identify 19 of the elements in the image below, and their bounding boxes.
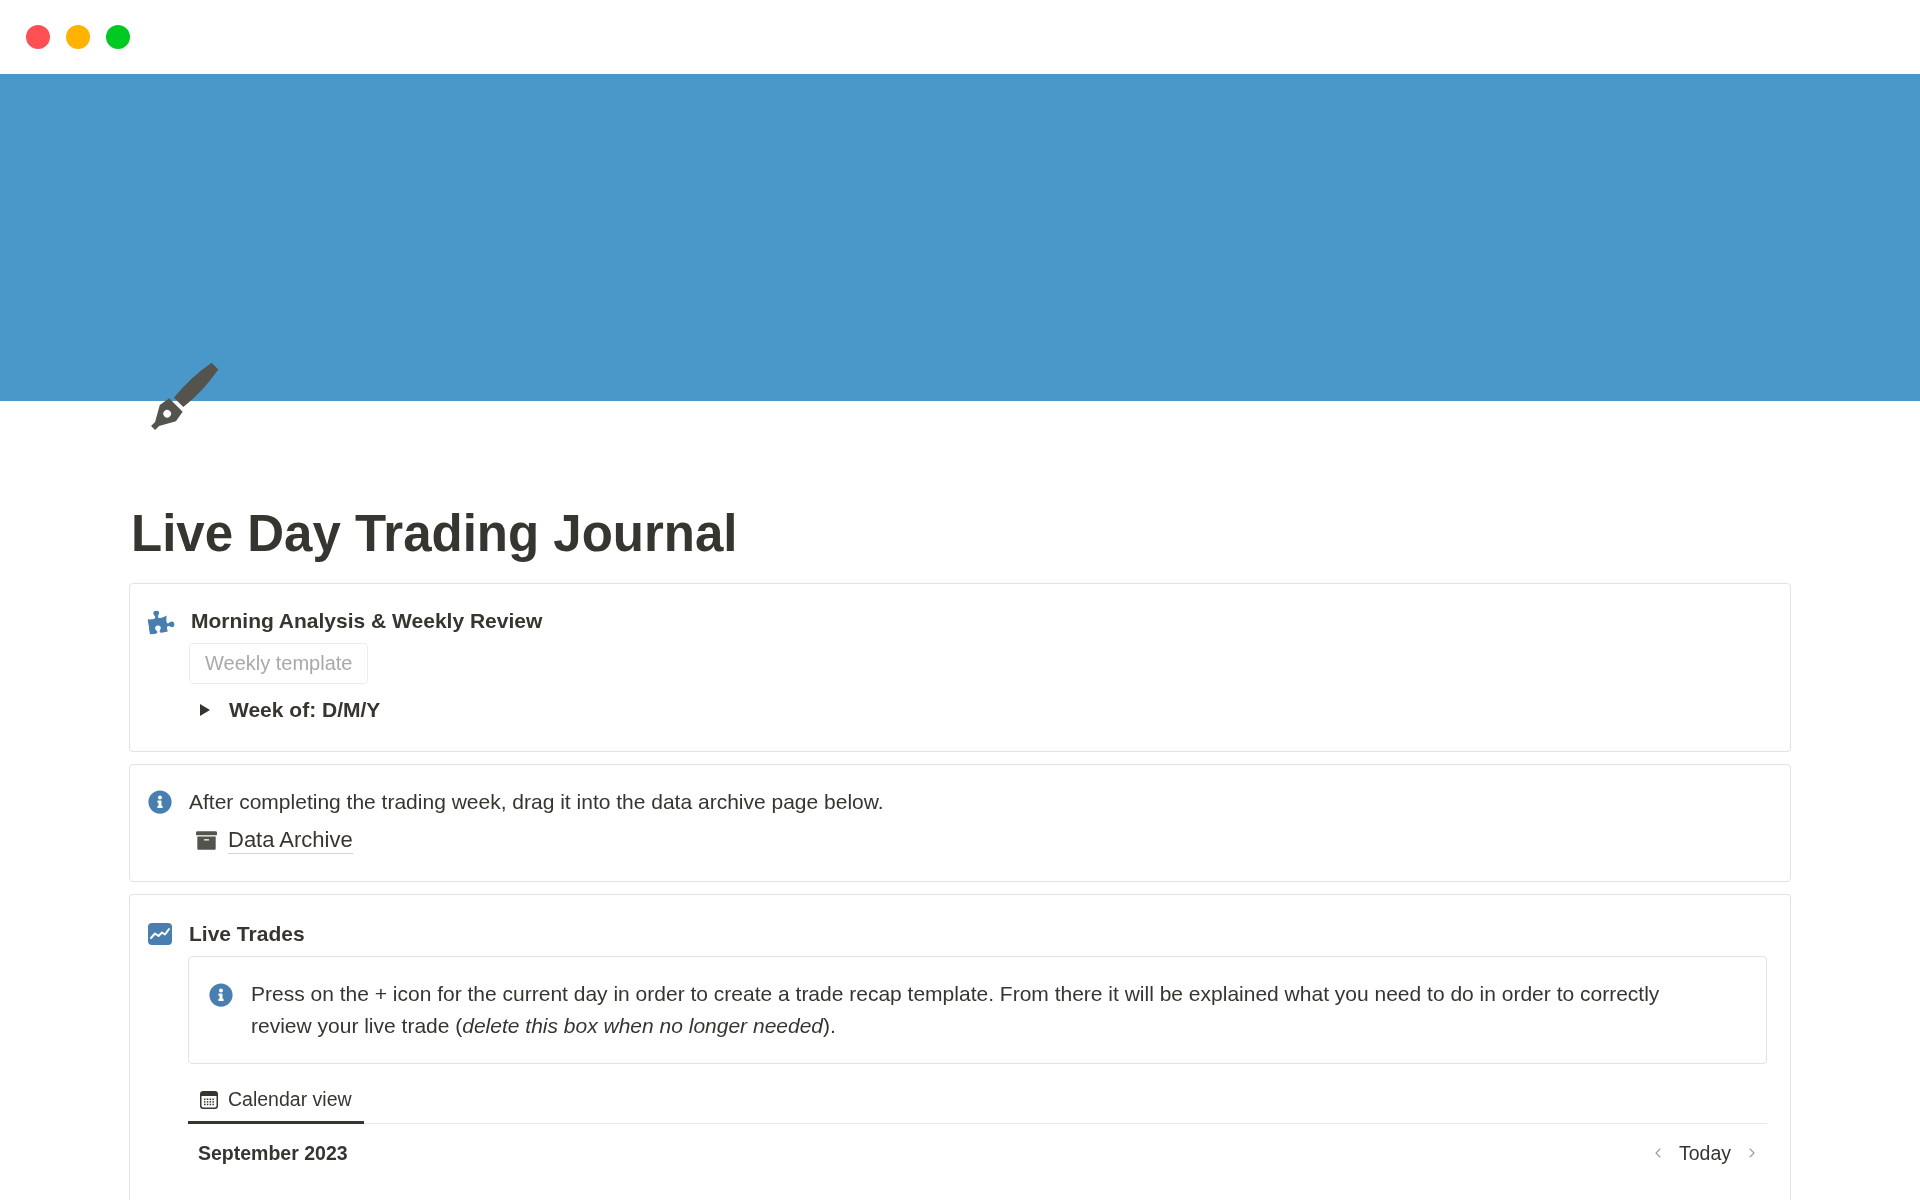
calendar-icon [200,1090,218,1109]
section-heading: Morning Analysis & Weekly Review [191,608,543,634]
line-chart-icon [148,923,172,945]
zoom-button[interactable] [106,25,130,49]
archive-box-icon [196,829,217,851]
page-link[interactable]: Data Archive [228,826,353,854]
toggle-label: Week of: D/M/Y [229,697,381,723]
close-button[interactable] [26,25,50,49]
info-icon [209,983,233,1007]
view-tab[interactable]: Calendar view [188,1078,364,1124]
month-label: September 2023 [198,1141,348,1165]
info-icon [148,790,172,814]
section-heading: Live Trades [189,921,305,947]
page-title: Live Day Trading Journal [131,504,738,564]
minimize-button[interactable] [66,25,90,49]
note-text: After completing the trading week, drag it into the data archive page below. [189,789,884,815]
today-button[interactable]: Today [1674,1141,1735,1165]
callout-text: Press on the + icon for the current day in order to create a trade recap template. From there it will be explained what you need to do in order to correctly review your live trade (delete this box when no longer needed). [251,981,1661,1039]
triangle-icon[interactable] [200,704,210,716]
